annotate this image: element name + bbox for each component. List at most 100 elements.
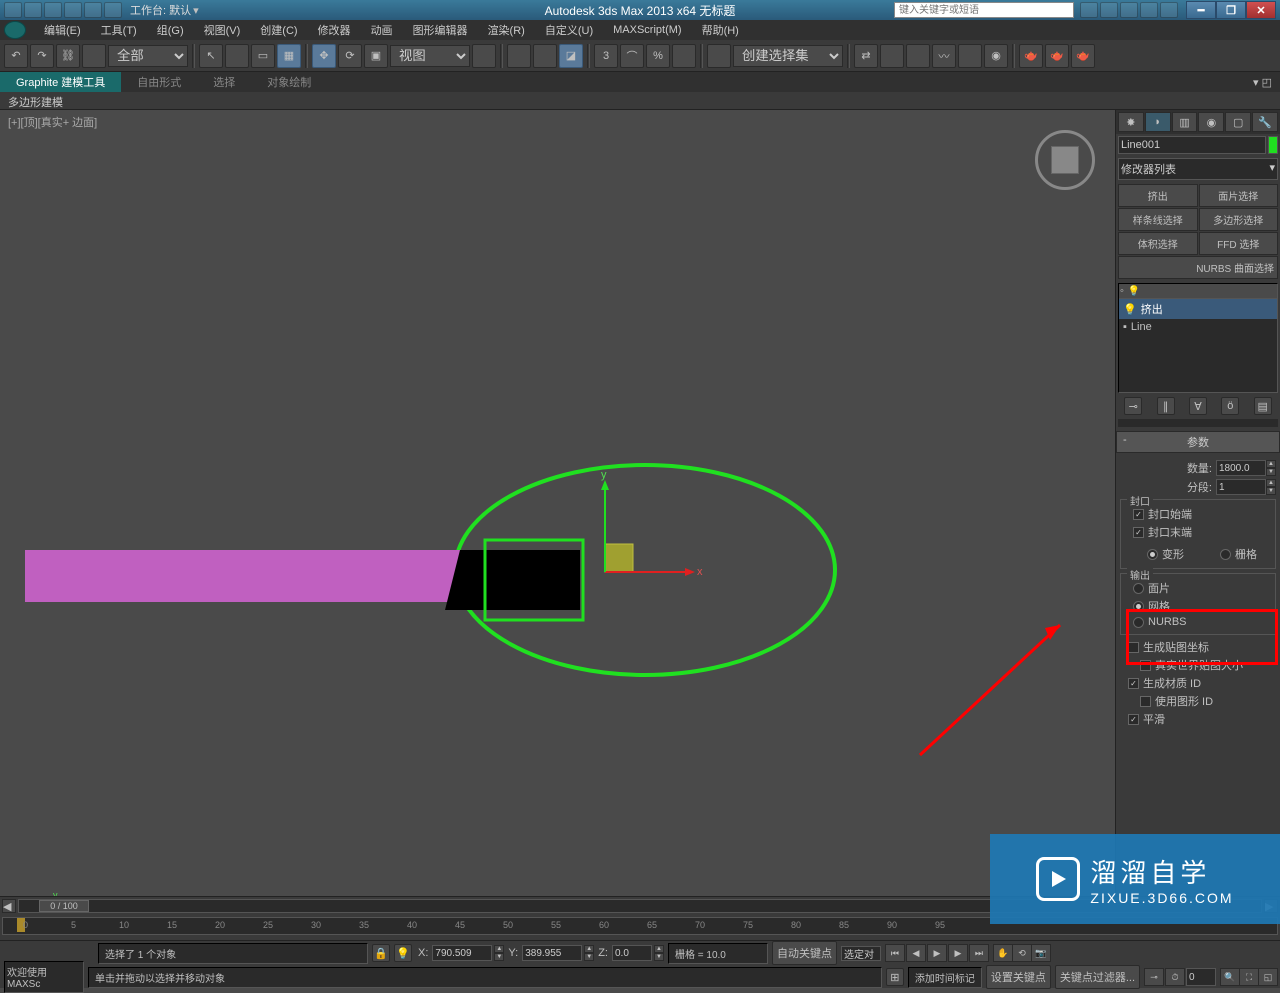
remove-mod-icon[interactable]: ö [1221,397,1239,415]
gizmo-plane[interactable] [605,544,633,572]
segments-input[interactable] [1216,479,1266,495]
manipulate-icon[interactable] [507,44,531,68]
mod-btn-extrude[interactable]: 挤出 [1118,184,1198,207]
qat-save-icon[interactable] [44,2,62,18]
next-frame-icon[interactable]: ▶ [948,944,968,962]
pin-stack-icon[interactable]: ⊸ [1124,397,1142,415]
undo-icon[interactable]: ↶ [4,44,28,68]
cap-start-checkbox[interactable]: ✓ [1133,509,1144,520]
current-frame-input[interactable] [1186,968,1216,986]
hierarchy-tab-icon[interactable]: ▥ [1172,112,1198,132]
render-setup-icon[interactable]: 🫖 [1019,44,1043,68]
ribbon-tab-freeform[interactable]: 自由形式 [121,72,197,92]
favorites-icon[interactable] [1140,2,1158,18]
object-color-swatch[interactable] [1268,136,1278,154]
cap-end-checkbox[interactable]: ✓ [1133,527,1144,538]
mesh-radio[interactable] [1133,601,1144,612]
motion-tab-icon[interactable]: ◉ [1198,112,1224,132]
mod-btn-patch[interactable]: 面片选择 [1199,184,1279,207]
ribbon-expand-icon[interactable]: ▾ ◰ [1245,74,1280,91]
edit-named-sel-icon[interactable] [707,44,731,68]
render-icon[interactable]: 🫖 [1071,44,1095,68]
rotate-icon[interactable]: ⟳ [338,44,362,68]
comm-center-icon[interactable]: ⊞ [886,968,904,986]
workspace-label[interactable]: 工作台: 默认 [130,2,191,18]
grid-radio[interactable] [1220,549,1231,560]
unlink-icon[interactable] [82,44,106,68]
keyboard-shortcut-icon[interactable] [533,44,557,68]
nurbs-radio[interactable] [1133,617,1144,628]
create-tab-icon[interactable]: ✸ [1118,112,1144,132]
play-icon[interactable]: ▶ [927,944,947,962]
lock-selection-icon[interactable]: 🔒 [372,944,390,962]
ribbon-tab-paint[interactable]: 对象绘制 [251,72,327,92]
mod-btn-ffd[interactable]: FFD 选择 [1199,232,1279,255]
real-world-checkbox[interactable] [1140,660,1151,671]
nav-pan-icon[interactable]: ✋ [993,944,1013,962]
rollout-header-params[interactable]: -参数 [1116,431,1280,453]
morph-radio[interactable] [1147,549,1158,560]
search-icon[interactable] [1080,2,1098,18]
nav-max-icon[interactable]: ◱ [1258,968,1278,986]
config-sets-icon[interactable]: ▤ [1254,397,1272,415]
goto-start-icon[interactable]: ⏮ [885,944,905,962]
ribbon-panel-label[interactable]: 多边形建模 [0,92,1280,110]
menu-animation[interactable]: 动画 [361,20,403,40]
mod-btn-vol[interactable]: 体积选择 [1118,232,1198,255]
selection-filter-dropdown[interactable]: 全部 [108,45,188,67]
nav-zoom-icon[interactable]: 🔍 [1220,968,1240,986]
z-coord-input[interactable] [612,945,652,961]
key-selected-input[interactable] [841,946,881,961]
isolate-icon[interactable]: 💡 [394,944,412,962]
menu-create[interactable]: 创建(C) [250,20,307,40]
subscription-icon[interactable] [1100,2,1118,18]
time-slider-thumb[interactable]: 0 / 100 [39,900,89,912]
menu-customize[interactable]: 自定义(U) [535,20,603,40]
stack-item-extrude[interactable]: 💡挤出 [1119,299,1277,319]
modifier-list-dropdown[interactable]: 修改器列表▾ [1118,158,1278,180]
curve-editor-icon[interactable]: 〰 [932,44,956,68]
use-shape-checkbox[interactable] [1140,696,1151,707]
show-end-icon[interactable]: ∥ [1157,397,1175,415]
redo-icon[interactable]: ↷ [30,44,54,68]
auto-key-button[interactable]: 自动关键点 [772,941,837,965]
app-menu-icon[interactable] [4,21,26,39]
nav-arc-icon[interactable]: ⟲ [1012,944,1032,962]
ribbon-tab-graphite[interactable]: Graphite 建模工具 [0,72,121,92]
mod-btn-nurbs[interactable]: NURBS 曲面选择 [1118,256,1278,279]
window-crossing-icon[interactable]: ▦ [277,44,301,68]
menu-graph-editors[interactable]: 图形编辑器 [403,20,478,40]
qat-link-icon[interactable] [104,2,122,18]
set-key-button[interactable]: 设置关键点 [986,965,1051,989]
named-selection-dropdown[interactable]: 创建选择集 [733,45,843,67]
select-icon[interactable]: ↖ [199,44,223,68]
add-time-tag[interactable]: 添加时间标记 [908,967,982,988]
help-icon[interactable] [1160,2,1178,18]
amount-spin-down[interactable]: ▼ [1266,468,1276,476]
modifier-stack[interactable]: ◦💡 💡挤出 ▪Line [1118,283,1278,393]
menu-rendering[interactable]: 渲染(R) [478,20,535,40]
segments-spin-up[interactable]: ▲ [1266,479,1276,487]
menu-modifiers[interactable]: 修改器 [308,20,361,40]
y-coord-input[interactable] [522,945,582,961]
mod-btn-poly[interactable]: 多边形选择 [1199,208,1279,231]
viewport[interactable]: [+][顶][真实+ 边面] x y y x [0,110,1115,896]
display-tab-icon[interactable]: ▢ [1225,112,1251,132]
mod-btn-spline[interactable]: 样条线选择 [1118,208,1198,231]
make-unique-icon[interactable]: ∀ [1189,397,1207,415]
prev-frame-icon[interactable]: ◀ [906,944,926,962]
menu-group[interactable]: 组(G) [147,20,194,40]
modify-tab-icon[interactable]: ◗ [1145,112,1171,132]
nav-dolly-icon[interactable]: 📷 [1031,944,1051,962]
menu-help[interactable]: 帮助(H) [692,20,749,40]
render-frame-icon[interactable]: 🫖 [1045,44,1069,68]
goto-end-icon[interactable]: ⏭ [969,944,989,962]
link-icon[interactable]: ⛓ [56,44,80,68]
qat-new-icon[interactable] [4,2,22,18]
select-region-icon[interactable]: ▭ [251,44,275,68]
pivot-icon[interactable] [472,44,496,68]
snap-3d-icon[interactable]: 3 [594,44,618,68]
exchange-icon[interactable] [1120,2,1138,18]
angle-snap-icon[interactable]: ⌒ [620,44,644,68]
x-coord-input[interactable] [432,945,492,961]
